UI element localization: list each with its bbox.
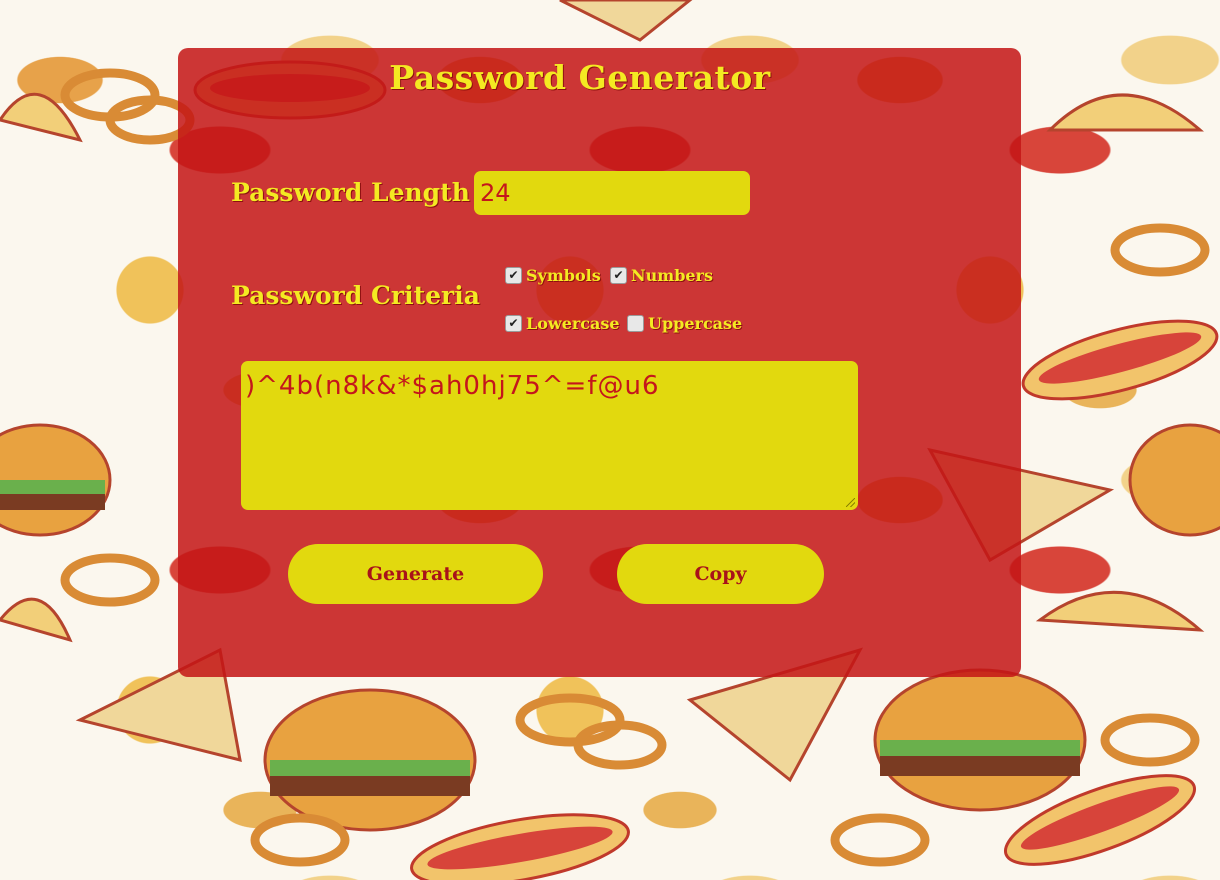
checkbox-checked-icon[interactable]: ✔	[505, 267, 522, 284]
symbols-checkbox[interactable]: ✔ Symbols	[505, 266, 601, 285]
lowercase-label: Lowercase	[526, 314, 620, 333]
uppercase-checkbox[interactable]: Uppercase	[627, 314, 742, 333]
password-output-textarea[interactable]: )^4b(n8k&*$ah0hj75^=f@u6	[241, 361, 858, 510]
page-title: Password Generator	[389, 58, 771, 97]
burger-icon	[873, 668, 1087, 812]
hotdog-icon	[1003, 774, 1197, 866]
lowercase-checkbox[interactable]: ✔ Lowercase	[505, 314, 620, 333]
hotdog-icon	[410, 813, 630, 880]
hotdog-icon	[1021, 319, 1219, 401]
burger-icon	[1128, 423, 1220, 537]
generated-password: )^4b(n8k&*$ah0hj75^=f@u6	[245, 371, 660, 401]
password-criteria-label: Password Criteria	[231, 281, 480, 310]
numbers-label: Numbers	[631, 266, 713, 285]
checkbox-checked-icon[interactable]: ✔	[610, 267, 627, 284]
burger-icon	[263, 688, 477, 832]
resize-handle-icon[interactable]	[846, 498, 855, 507]
numbers-checkbox[interactable]: ✔ Numbers	[610, 266, 713, 285]
burger-icon	[0, 423, 112, 537]
password-length-input[interactable]	[474, 171, 750, 215]
generate-button[interactable]: Generate	[288, 544, 543, 604]
symbols-label: Symbols	[526, 266, 601, 285]
uppercase-label: Uppercase	[648, 314, 743, 333]
copy-button[interactable]: Copy	[617, 544, 824, 604]
password-length-label: Password Length	[231, 178, 470, 207]
checkbox-checked-icon[interactable]: ✔	[505, 315, 522, 332]
checkbox-unchecked-icon[interactable]	[627, 315, 644, 332]
